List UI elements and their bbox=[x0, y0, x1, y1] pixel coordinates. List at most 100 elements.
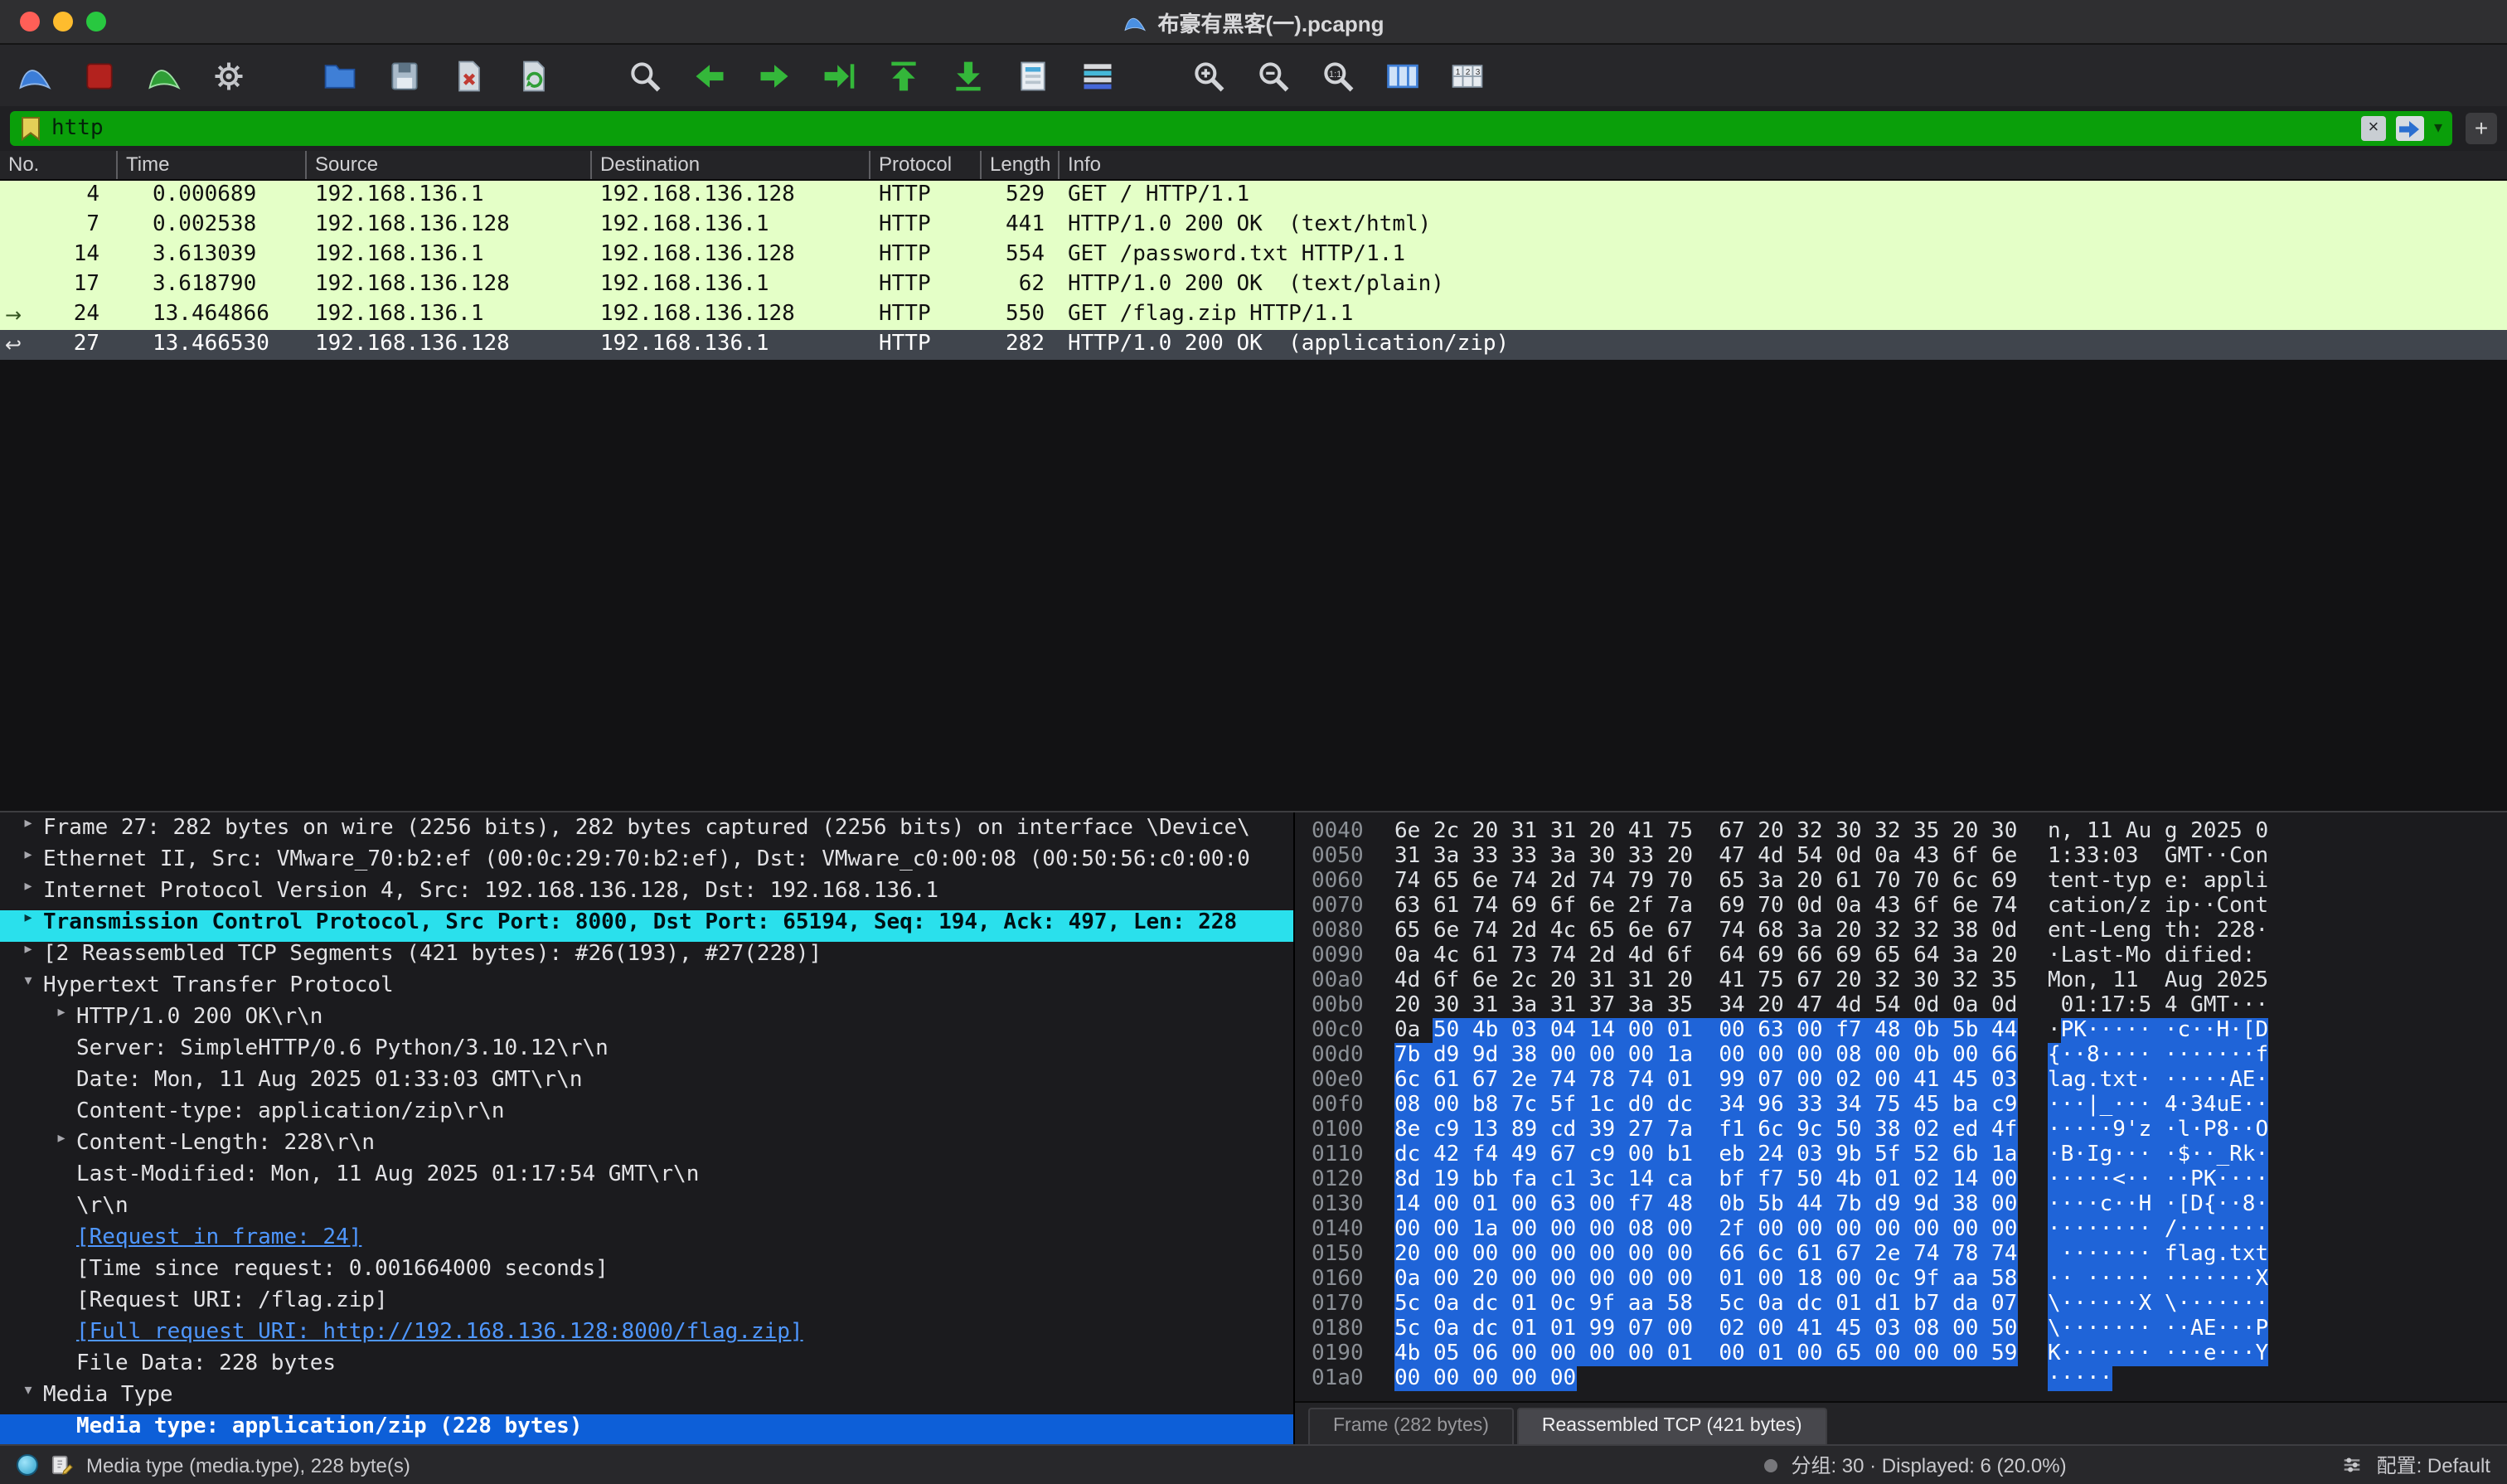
column-header-no[interactable]: No. bbox=[0, 151, 116, 179]
detail-row[interactable]: Last-Modified: Mon, 11 Aug 2025 01:17:54… bbox=[0, 1162, 1293, 1194]
autoscroll-icon[interactable] bbox=[1015, 57, 1051, 94]
expand-icon[interactable]: ▸ bbox=[46, 1131, 76, 1147]
minimize-window-button[interactable] bbox=[53, 12, 73, 32]
collapse-icon[interactable]: ▾ bbox=[13, 973, 43, 990]
hex-row[interactable]: 01600a 00 20 00 00 00 00 00 01 00 18 00 … bbox=[1312, 1267, 2507, 1292]
save-file-icon[interactable] bbox=[386, 57, 423, 94]
packet-row[interactable]: ↩2713.466530192.168.136.128192.168.136.1… bbox=[0, 330, 2507, 360]
number-columns-icon[interactable]: 123 bbox=[1449, 57, 1486, 94]
coloring-rules-icon[interactable] bbox=[1079, 57, 1116, 94]
close-window-button[interactable] bbox=[20, 12, 40, 32]
detail-row[interactable]: ▸Internet Protocol Version 4, Src: 192.1… bbox=[0, 879, 1293, 910]
zoom-100-icon[interactable]: 1:1 bbox=[1320, 57, 1356, 94]
restart-capture-icon[interactable] bbox=[146, 57, 182, 94]
zoom-out-icon[interactable] bbox=[1255, 57, 1292, 94]
detail-row[interactable]: ▸Ethernet II, Src: VMware_70:b2:ef (00:0… bbox=[0, 847, 1293, 879]
hex-row[interactable]: 006074 65 6e 74 2d 74 79 70 65 3a 20 61 … bbox=[1312, 869, 2507, 894]
column-header-info[interactable]: Info bbox=[1058, 151, 2507, 179]
column-header-length[interactable]: Length bbox=[980, 151, 1058, 179]
hex-row[interactable]: 008065 6e 74 2d 4c 65 6e 67 74 68 3a 20 … bbox=[1312, 919, 2507, 943]
filter-dropdown-icon[interactable]: ▾ bbox=[2434, 119, 2442, 138]
go-to-packet-icon[interactable] bbox=[821, 57, 857, 94]
detail-row[interactable]: [Request in frame: 24] bbox=[0, 1225, 1293, 1257]
capture-comment-icon[interactable] bbox=[51, 1454, 73, 1476]
packet-row[interactable]: →2413.464866192.168.136.1192.168.136.128… bbox=[0, 300, 2507, 330]
expand-icon[interactable]: ▸ bbox=[13, 910, 43, 927]
hex-row[interactable]: 01705c 0a dc 01 0c 9f aa 58 5c 0a dc 01 … bbox=[1312, 1292, 2507, 1317]
hex-row[interactable]: 015020 00 00 00 00 00 00 00 66 6c 61 67 … bbox=[1312, 1242, 2507, 1267]
column-header-protocol[interactable]: Protocol bbox=[869, 151, 980, 179]
reload-file-icon[interactable] bbox=[516, 57, 552, 94]
expand-icon[interactable]: ▸ bbox=[46, 1005, 76, 1021]
resize-columns-icon[interactable] bbox=[1384, 57, 1421, 94]
filter-bookmark-icon[interactable] bbox=[20, 116, 41, 141]
expert-info-icon[interactable] bbox=[17, 1454, 38, 1476]
column-header-destination[interactable]: Destination bbox=[590, 151, 869, 179]
zoom-in-icon[interactable] bbox=[1190, 57, 1227, 94]
first-packet-icon[interactable] bbox=[885, 57, 922, 94]
detail-row[interactable]: [Time since request: 0.001664000 seconds… bbox=[0, 1257, 1293, 1288]
capture-options-icon[interactable] bbox=[211, 57, 247, 94]
maximize-window-button[interactable] bbox=[86, 12, 106, 32]
close-file-icon[interactable] bbox=[451, 57, 487, 94]
tab-frame-282-bytes-[interactable]: Frame (282 bytes) bbox=[1308, 1408, 1514, 1444]
detail-row[interactable]: ▸HTTP/1.0 200 OK\r\n bbox=[0, 1005, 1293, 1036]
collapse-icon[interactable]: ▾ bbox=[13, 1383, 43, 1399]
detail-row[interactable]: ▸Content-Length: 228\r\n bbox=[0, 1131, 1293, 1162]
detail-row[interactable]: ▸Transmission Control Protocol, Src Port… bbox=[0, 910, 1293, 942]
hex-row[interactable]: 014000 00 1a 00 00 00 08 00 2f 00 00 00 … bbox=[1312, 1217, 2507, 1242]
detail-row[interactable]: [Request URI: /flag.zip] bbox=[0, 1288, 1293, 1320]
detail-row[interactable]: Content-type: application/zip\r\n bbox=[0, 1099, 1293, 1131]
hex-row[interactable]: 00406e 2c 20 31 31 20 41 75 67 20 32 30 … bbox=[1312, 819, 2507, 844]
detail-row[interactable]: Date: Mon, 11 Aug 2025 01:33:03 GMT\r\n bbox=[0, 1068, 1293, 1099]
hex-row[interactable]: 01805c 0a dc 01 01 99 07 00 02 00 41 45 … bbox=[1312, 1317, 2507, 1341]
detail-row[interactable]: ▸[2 Reassembled TCP Segments (421 bytes)… bbox=[0, 942, 1293, 973]
hex-row[interactable]: 007063 61 74 69 6f 6e 2f 7a 69 70 0d 0a … bbox=[1312, 894, 2507, 919]
tab-reassembled-tcp-421-bytes-[interactable]: Reassembled TCP (421 bytes) bbox=[1517, 1408, 1827, 1444]
detail-row[interactable]: ▾Hypertext Transfer Protocol bbox=[0, 973, 1293, 1005]
detail-row[interactable]: [Full request URI: http://192.168.136.12… bbox=[0, 1320, 1293, 1351]
find-packet-icon[interactable] bbox=[627, 57, 663, 94]
detail-row[interactable]: File Data: 228 bytes bbox=[0, 1351, 1293, 1383]
hex-row[interactable]: 01008e c9 13 89 cd 39 27 7a f1 6c 9c 50 … bbox=[1312, 1118, 2507, 1142]
previous-packet-icon[interactable] bbox=[691, 57, 728, 94]
packet-row[interactable]: 143.613039192.168.136.1192.168.136.128HT… bbox=[0, 240, 2507, 270]
open-file-icon[interactable] bbox=[322, 57, 358, 94]
packet-row[interactable]: 70.002538192.168.136.128192.168.136.1HTT… bbox=[0, 211, 2507, 240]
stop-capture-icon[interactable] bbox=[81, 57, 118, 94]
start-capture-icon[interactable] bbox=[17, 57, 53, 94]
packet-row[interactable]: 173.618790192.168.136.128192.168.136.1HT… bbox=[0, 270, 2507, 300]
expand-icon[interactable]: ▸ bbox=[13, 816, 43, 832]
clear-filter-icon[interactable]: × bbox=[2361, 116, 2386, 141]
hex-row[interactable]: 00c00a 50 4b 03 04 14 00 01 00 63 00 f7 … bbox=[1312, 1018, 2507, 1043]
hex-row[interactable]: 00d07b d9 9d 38 00 00 00 1a 00 00 00 08 … bbox=[1312, 1043, 2507, 1068]
hex-row[interactable]: 00a04d 6f 6e 2c 20 31 31 20 41 75 67 20 … bbox=[1312, 968, 2507, 993]
expand-icon[interactable]: ▸ bbox=[13, 879, 43, 895]
hex-row[interactable]: 00b020 30 31 3a 31 37 3a 35 34 20 47 4d … bbox=[1312, 993, 2507, 1018]
expand-icon[interactable]: ▸ bbox=[13, 847, 43, 864]
next-packet-icon[interactable] bbox=[756, 57, 793, 94]
status-profile[interactable]: 配置: Default bbox=[2377, 1451, 2490, 1479]
detail-row[interactable]: ▸Frame 27: 282 bytes on wire (2256 bits)… bbox=[0, 816, 1293, 847]
hex-row[interactable]: 005031 3a 33 33 3a 30 33 20 47 4d 54 0d … bbox=[1312, 844, 2507, 869]
expand-icon[interactable]: ▸ bbox=[13, 942, 43, 958]
apply-filter-icon[interactable] bbox=[2396, 116, 2424, 141]
hex-row[interactable]: 01a000 00 00 00 00····· bbox=[1312, 1366, 2507, 1391]
hex-row[interactable]: 00f008 00 b8 7c 5f 1c d0 dc 34 96 33 34 … bbox=[1312, 1093, 2507, 1118]
column-header-time[interactable]: Time bbox=[116, 151, 305, 179]
hex-row[interactable]: 00900a 4c 61 73 74 2d 4d 6f 64 69 66 69 … bbox=[1312, 943, 2507, 968]
hex-row[interactable]: 01208d 19 bb fa c1 3c 14 ca bf f7 50 4b … bbox=[1312, 1167, 2507, 1192]
filter-input[interactable] bbox=[51, 116, 2351, 141]
profile-icon[interactable] bbox=[2342, 1454, 2364, 1476]
detail-row[interactable]: \r\n bbox=[0, 1194, 1293, 1225]
hex-row[interactable]: 013014 00 01 00 63 00 f7 48 0b 5b 44 7b … bbox=[1312, 1192, 2507, 1217]
hex-row[interactable]: 01904b 05 06 00 00 00 00 01 00 01 00 65 … bbox=[1312, 1341, 2507, 1366]
detail-row[interactable]: ▾Media Type bbox=[0, 1383, 1293, 1414]
detail-row[interactable]: Media type: application/zip (228 bytes) bbox=[0, 1414, 1293, 1444]
column-header-source[interactable]: Source bbox=[305, 151, 590, 179]
packet-row[interactable]: 40.000689192.168.136.1192.168.136.128HTT… bbox=[0, 181, 2507, 211]
add-filter-button[interactable]: + bbox=[2466, 113, 2497, 144]
hex-row[interactable]: 0110dc 42 f4 49 67 c9 00 b1 eb 24 03 9b … bbox=[1312, 1142, 2507, 1167]
last-packet-icon[interactable] bbox=[950, 57, 987, 94]
hex-row[interactable]: 00e06c 61 67 2e 74 78 74 01 99 07 00 02 … bbox=[1312, 1068, 2507, 1093]
